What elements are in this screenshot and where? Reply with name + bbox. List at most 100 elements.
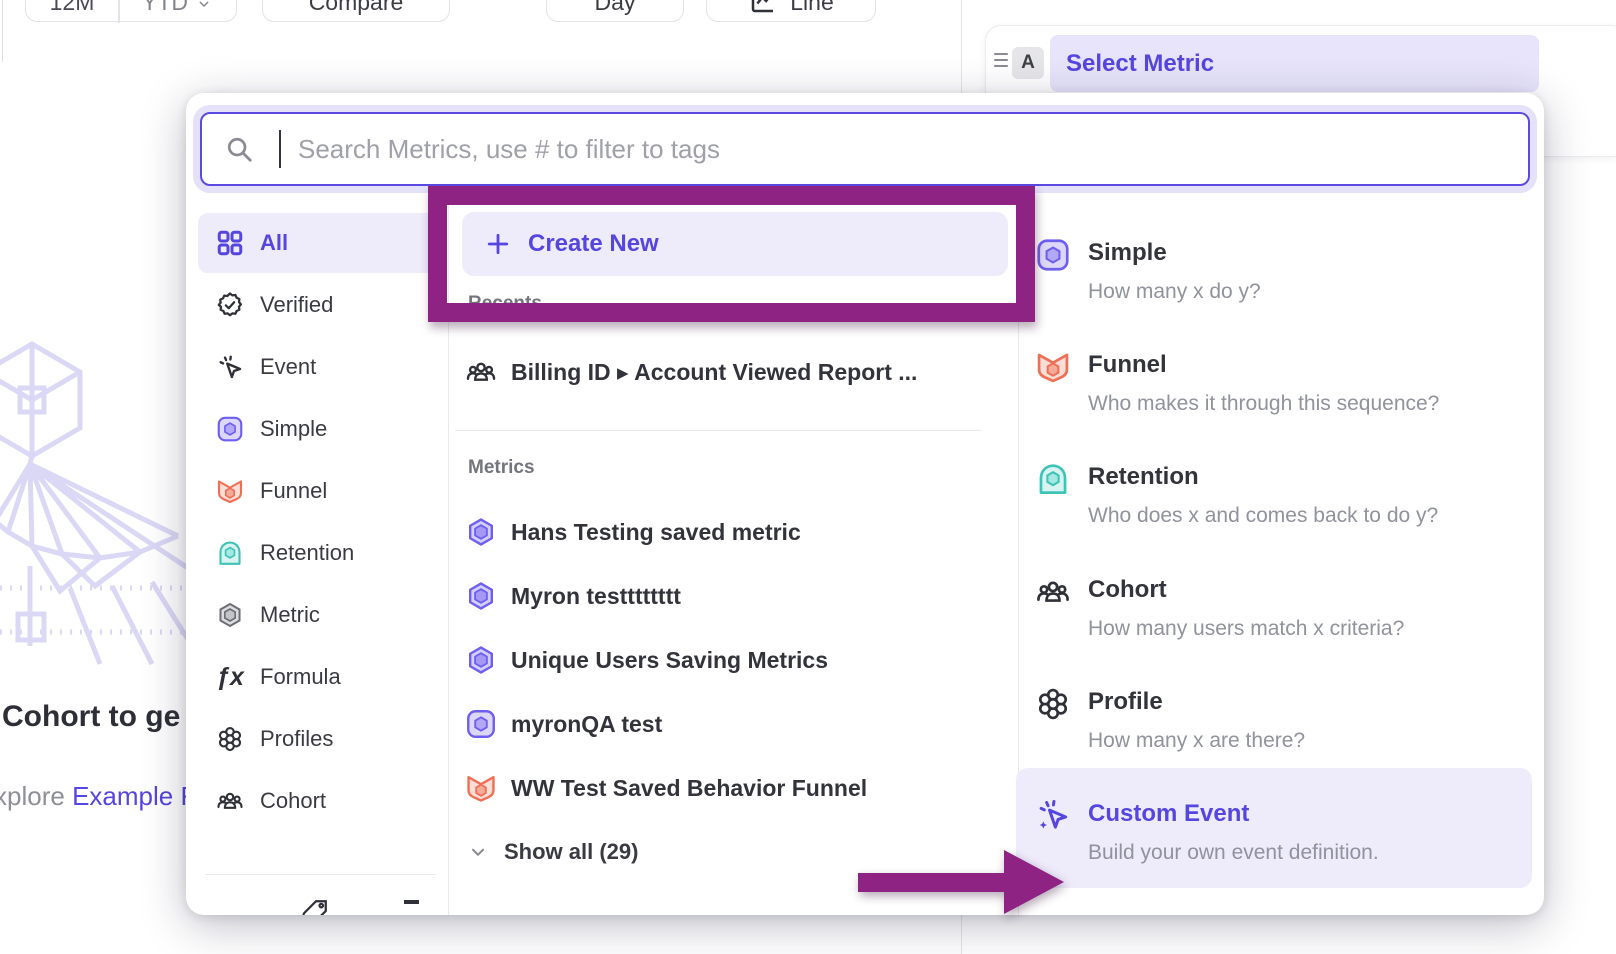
sidebar-item-retention[interactable]: Retention xyxy=(198,523,436,583)
tag-icon xyxy=(300,897,330,915)
recents-metrics-divider xyxy=(455,430,982,431)
metric-list-item[interactable]: Unique Users Saving Metrics xyxy=(464,640,1009,680)
type-description: How many x do y? xyxy=(1088,279,1261,305)
interval-label: Day xyxy=(595,0,636,16)
sidebar-item-formula[interactable]: ƒx Formula xyxy=(198,647,436,707)
metric-item-label: Hans Testing saved metric xyxy=(511,519,801,546)
example-report-link[interactable]: Example R xyxy=(72,781,199,811)
type-title: Profile xyxy=(1088,685,1305,719)
type-description: How many x are there? xyxy=(1088,728,1305,754)
cohort-people-icon xyxy=(464,355,498,389)
sidebar-item-label: Formula xyxy=(260,664,341,690)
metric-list-item[interactable]: WW Test Saved Behavior Funnel xyxy=(464,768,1009,808)
segment-divider xyxy=(118,0,120,23)
decorative-wireframe-graphic xyxy=(0,336,192,666)
formula-fx-icon: ƒx xyxy=(215,663,245,692)
interval-day-button[interactable]: Day xyxy=(546,0,684,22)
annotation-highlight-rectangle xyxy=(428,186,1035,322)
sidebar-item-funnel[interactable]: Funnel xyxy=(198,461,436,521)
type-option-funnel[interactable]: Funnel Who makes it through this sequenc… xyxy=(1034,348,1514,417)
range-ytd-label: YTD xyxy=(142,0,188,16)
range-12m-button[interactable]: 12M xyxy=(26,0,118,21)
type-option-cohort[interactable]: Cohort How many users match x criteria? xyxy=(1034,573,1514,642)
sidebar-item-label: Cohort xyxy=(260,788,326,814)
simple-metric-icon xyxy=(215,414,245,444)
sidebar-item-label: Event xyxy=(260,354,316,380)
clipped-label-fragment xyxy=(404,900,419,904)
date-range-segmented-control[interactable]: 12M YTD xyxy=(25,0,237,22)
type-title: Funnel xyxy=(1088,348,1439,382)
sidebar-item-label: All xyxy=(260,230,288,256)
sidebar-item-verified[interactable]: Verified xyxy=(198,275,436,335)
series-a-badge: A xyxy=(1012,47,1044,79)
sidebar-item-label: Metric xyxy=(260,602,320,628)
drag-handle-icon[interactable] xyxy=(994,53,1008,69)
text-caret xyxy=(279,130,281,168)
sidebar-item-label: Profiles xyxy=(260,726,333,752)
metrics-heading: Metrics xyxy=(468,457,535,479)
chart-type-label: Line xyxy=(790,0,833,16)
type-description: How many users match x criteria? xyxy=(1088,616,1404,642)
search-icon xyxy=(224,134,254,164)
sidebar-item-label: Retention xyxy=(260,540,354,566)
funnel-icon xyxy=(1034,348,1072,386)
sidebar-item-all[interactable]: All xyxy=(198,213,436,273)
metric-item-label: myronQA test xyxy=(511,711,662,738)
type-option-text: Funnel Who makes it through this sequenc… xyxy=(1088,348,1439,417)
metric-item-label: WW Test Saved Behavior Funnel xyxy=(511,775,867,802)
type-option-custom-event[interactable]: Custom Event Build your own event defini… xyxy=(1034,797,1514,866)
range-ytd-button[interactable]: YTD xyxy=(118,0,236,21)
metric-list-item[interactable]: Myron testttttttt xyxy=(464,576,1009,616)
simple-metric-icon xyxy=(1034,236,1072,274)
metric-item-label: Myron testttttttt xyxy=(511,583,681,610)
select-metric-label: Select Metric xyxy=(1066,50,1214,78)
simple-metric-icon xyxy=(464,707,498,741)
show-all-toggle[interactable]: Show all (29) xyxy=(467,832,1012,872)
type-option-text: Profile How many x are there? xyxy=(1088,685,1305,754)
sidebar-item-metric[interactable]: Metric xyxy=(198,585,436,645)
profiles-cluster-icon xyxy=(1034,685,1072,723)
profiles-cluster-icon xyxy=(215,724,245,754)
show-all-label: Show all (29) xyxy=(504,839,638,865)
type-option-simple[interactable]: Simple How many x do y? xyxy=(1034,236,1514,305)
recent-item-billing[interactable]: Billing ID ▸ Account Viewed Report ... xyxy=(464,352,1009,392)
compare-button[interactable]: Compare xyxy=(262,0,450,22)
type-title: Simple xyxy=(1088,236,1261,270)
sidebar-section-divider xyxy=(205,874,436,875)
funnel-icon xyxy=(215,476,245,506)
recent-item-label: Billing ID ▸ Account Viewed Report ... xyxy=(511,359,917,386)
sidebar-item-simple[interactable]: Simple xyxy=(198,399,436,459)
metric-list-item[interactable]: myronQA test xyxy=(464,704,1009,744)
event-cursor-icon xyxy=(215,352,245,382)
type-title: Cohort xyxy=(1088,573,1404,607)
chart-type-line-button[interactable]: Line xyxy=(706,0,876,22)
select-metric-button[interactable]: Select Metric xyxy=(1050,35,1539,92)
metric-item-label: Unique Users Saving Metrics xyxy=(511,647,828,674)
explore-text-fragment: xplore xyxy=(0,781,65,811)
left-edge-divider xyxy=(2,0,3,62)
saved-metric-icon xyxy=(464,515,498,549)
type-description: Who does x and comes back to do y? xyxy=(1088,503,1438,529)
saved-metric-icon xyxy=(464,579,498,613)
sidebar-item-label: Funnel xyxy=(260,478,327,504)
metric-list-item[interactable]: Hans Testing saved metric xyxy=(464,512,1009,552)
type-option-profile[interactable]: Profile How many x are there? xyxy=(1034,685,1514,754)
chevron-down-icon xyxy=(467,841,489,863)
type-option-retention[interactable]: Retention Who does x and comes back to d… xyxy=(1034,460,1514,529)
funnel-icon xyxy=(464,771,498,805)
custom-event-cursor-icon xyxy=(1034,797,1072,835)
sidebar-item-cohort[interactable]: Cohort xyxy=(198,771,436,831)
type-option-text: Custom Event Build your own event defini… xyxy=(1088,797,1379,866)
search-input[interactable] xyxy=(200,112,1530,186)
type-title: Retention xyxy=(1088,460,1438,494)
background-headline-fragment: r Cohort to ge xyxy=(0,700,180,734)
type-option-text: Simple How many x do y? xyxy=(1088,236,1261,305)
grid-icon xyxy=(215,228,245,258)
background-explore-line: xplore Example R xyxy=(0,781,199,812)
sidebar-item-label: Simple xyxy=(260,416,327,442)
sidebar-item-profiles[interactable]: Profiles xyxy=(198,709,436,769)
annotation-arrow-head xyxy=(1004,850,1064,914)
app-screen: 12M YTD Compare Day Line r Cohort to ge … xyxy=(0,0,1616,954)
retention-icon xyxy=(215,538,245,568)
sidebar-item-event[interactable]: Event xyxy=(198,337,436,397)
